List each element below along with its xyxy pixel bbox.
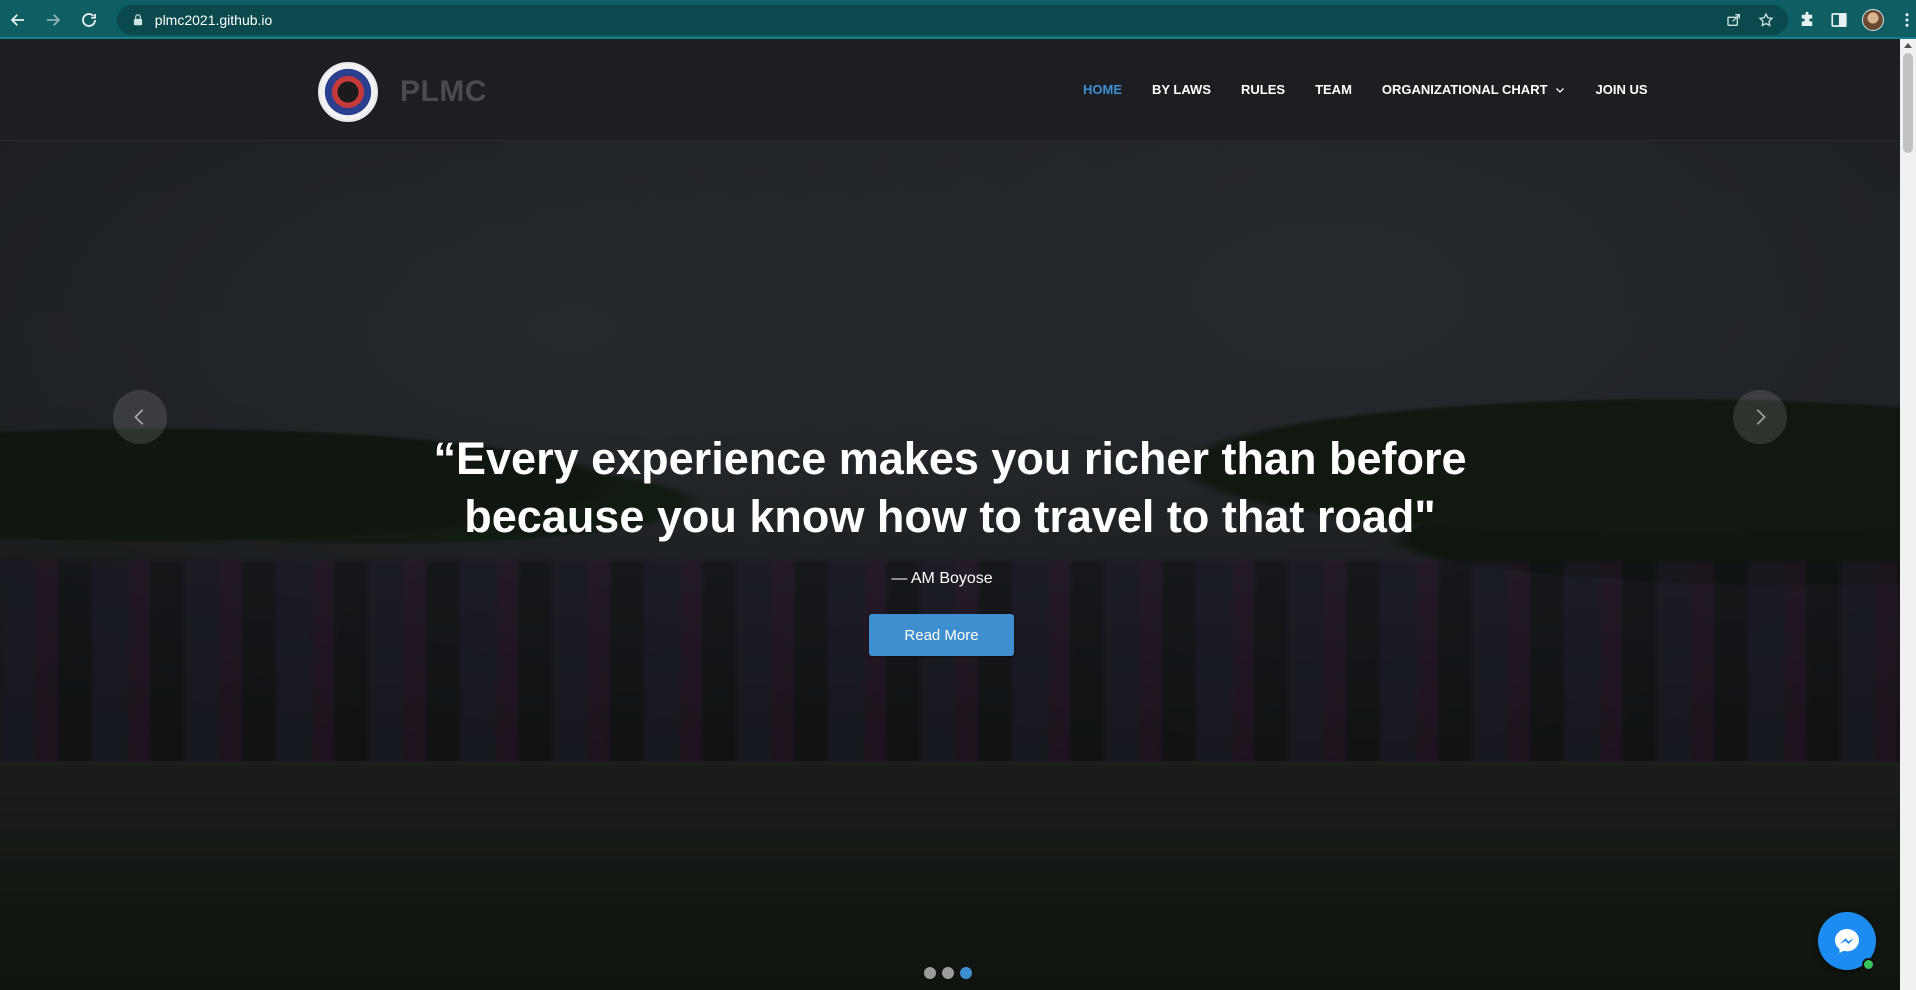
carousel-prev-button[interactable]: [113, 390, 167, 444]
bookmark-star-icon[interactable]: [1758, 11, 1774, 28]
forward-button[interactable]: [36, 2, 72, 38]
hero-dark-overlay: [0, 141, 1900, 990]
hero-quote: “Every experience makes you richer than …: [330, 430, 1570, 546]
share-icon[interactable]: [1726, 12, 1742, 28]
chevron-right-icon: [1756, 409, 1766, 425]
hero-quote-line-2: because you know how to travel to that r…: [464, 491, 1436, 542]
extensions-puzzle-icon[interactable]: [1798, 11, 1816, 29]
browser-extensions: [1798, 8, 1916, 31]
carousel-indicator-2[interactable]: [942, 967, 954, 979]
scrollbar-thumb[interactable]: [1903, 53, 1913, 153]
kebab-menu-icon[interactable]: [1898, 11, 1916, 29]
messenger-icon: [1835, 929, 1859, 953]
reload-button[interactable]: [71, 2, 107, 38]
arrow-right-icon: [47, 13, 61, 26]
address-bar[interactable]: plmc2021.github.io: [116, 4, 1788, 35]
main-navigation: HOME BY LAWS RULES TEAM ORGANIZATIONAL C…: [1083, 82, 1648, 97]
page-scrollbar[interactable]: [1900, 39, 1916, 990]
scroll-up-arrow-icon[interactable]: [1904, 43, 1912, 48]
hero-carousel: “Every experience makes you richer than …: [0, 141, 1900, 990]
side-panel-icon[interactable]: [1830, 11, 1848, 29]
club-logo[interactable]: [318, 62, 378, 122]
arrow-left-icon: [10, 13, 24, 26]
chevron-left-icon: [134, 409, 144, 425]
nav-home[interactable]: HOME: [1083, 82, 1122, 97]
online-status-dot: [1862, 958, 1875, 971]
carousel-next-button[interactable]: [1733, 390, 1787, 444]
carousel-indicator-1[interactable]: [924, 967, 936, 979]
address-actions: [1726, 5, 1774, 35]
nav-join-us[interactable]: JOIN US: [1596, 82, 1648, 97]
reload-icon: [82, 12, 96, 27]
carousel-indicators: [924, 967, 972, 979]
read-more-button[interactable]: Read More: [869, 614, 1014, 656]
brand-name[interactable]: PLMC: [400, 75, 487, 109]
nav-bylaws[interactable]: BY LAWS: [1152, 82, 1211, 97]
nav-organizational-chart[interactable]: ORGANIZATIONAL CHART: [1382, 82, 1566, 97]
hero-quote-line-1: “Every experience makes you richer than …: [433, 433, 1467, 484]
profile-avatar[interactable]: [1861, 8, 1884, 31]
lock-icon: [133, 13, 142, 25]
nav-rules[interactable]: RULES: [1241, 82, 1285, 97]
url-text: plmc2021.github.io: [154, 11, 273, 28]
back-button[interactable]: [0, 2, 36, 38]
browser-toolbar: plmc2021.github.io: [0, 0, 1916, 39]
carousel-indicator-3[interactable]: [960, 967, 972, 979]
site-header: PLMC HOME BY LAWS RULES TEAM ORGANIZATIO…: [0, 39, 1900, 141]
nav-team[interactable]: TEAM: [1315, 82, 1352, 97]
hero-quote-author: — AM Boyose: [891, 570, 993, 587]
nav-organizational-chart-label: ORGANIZATIONAL CHART: [1381, 82, 1548, 97]
chevron-down-icon: [1555, 87, 1564, 93]
